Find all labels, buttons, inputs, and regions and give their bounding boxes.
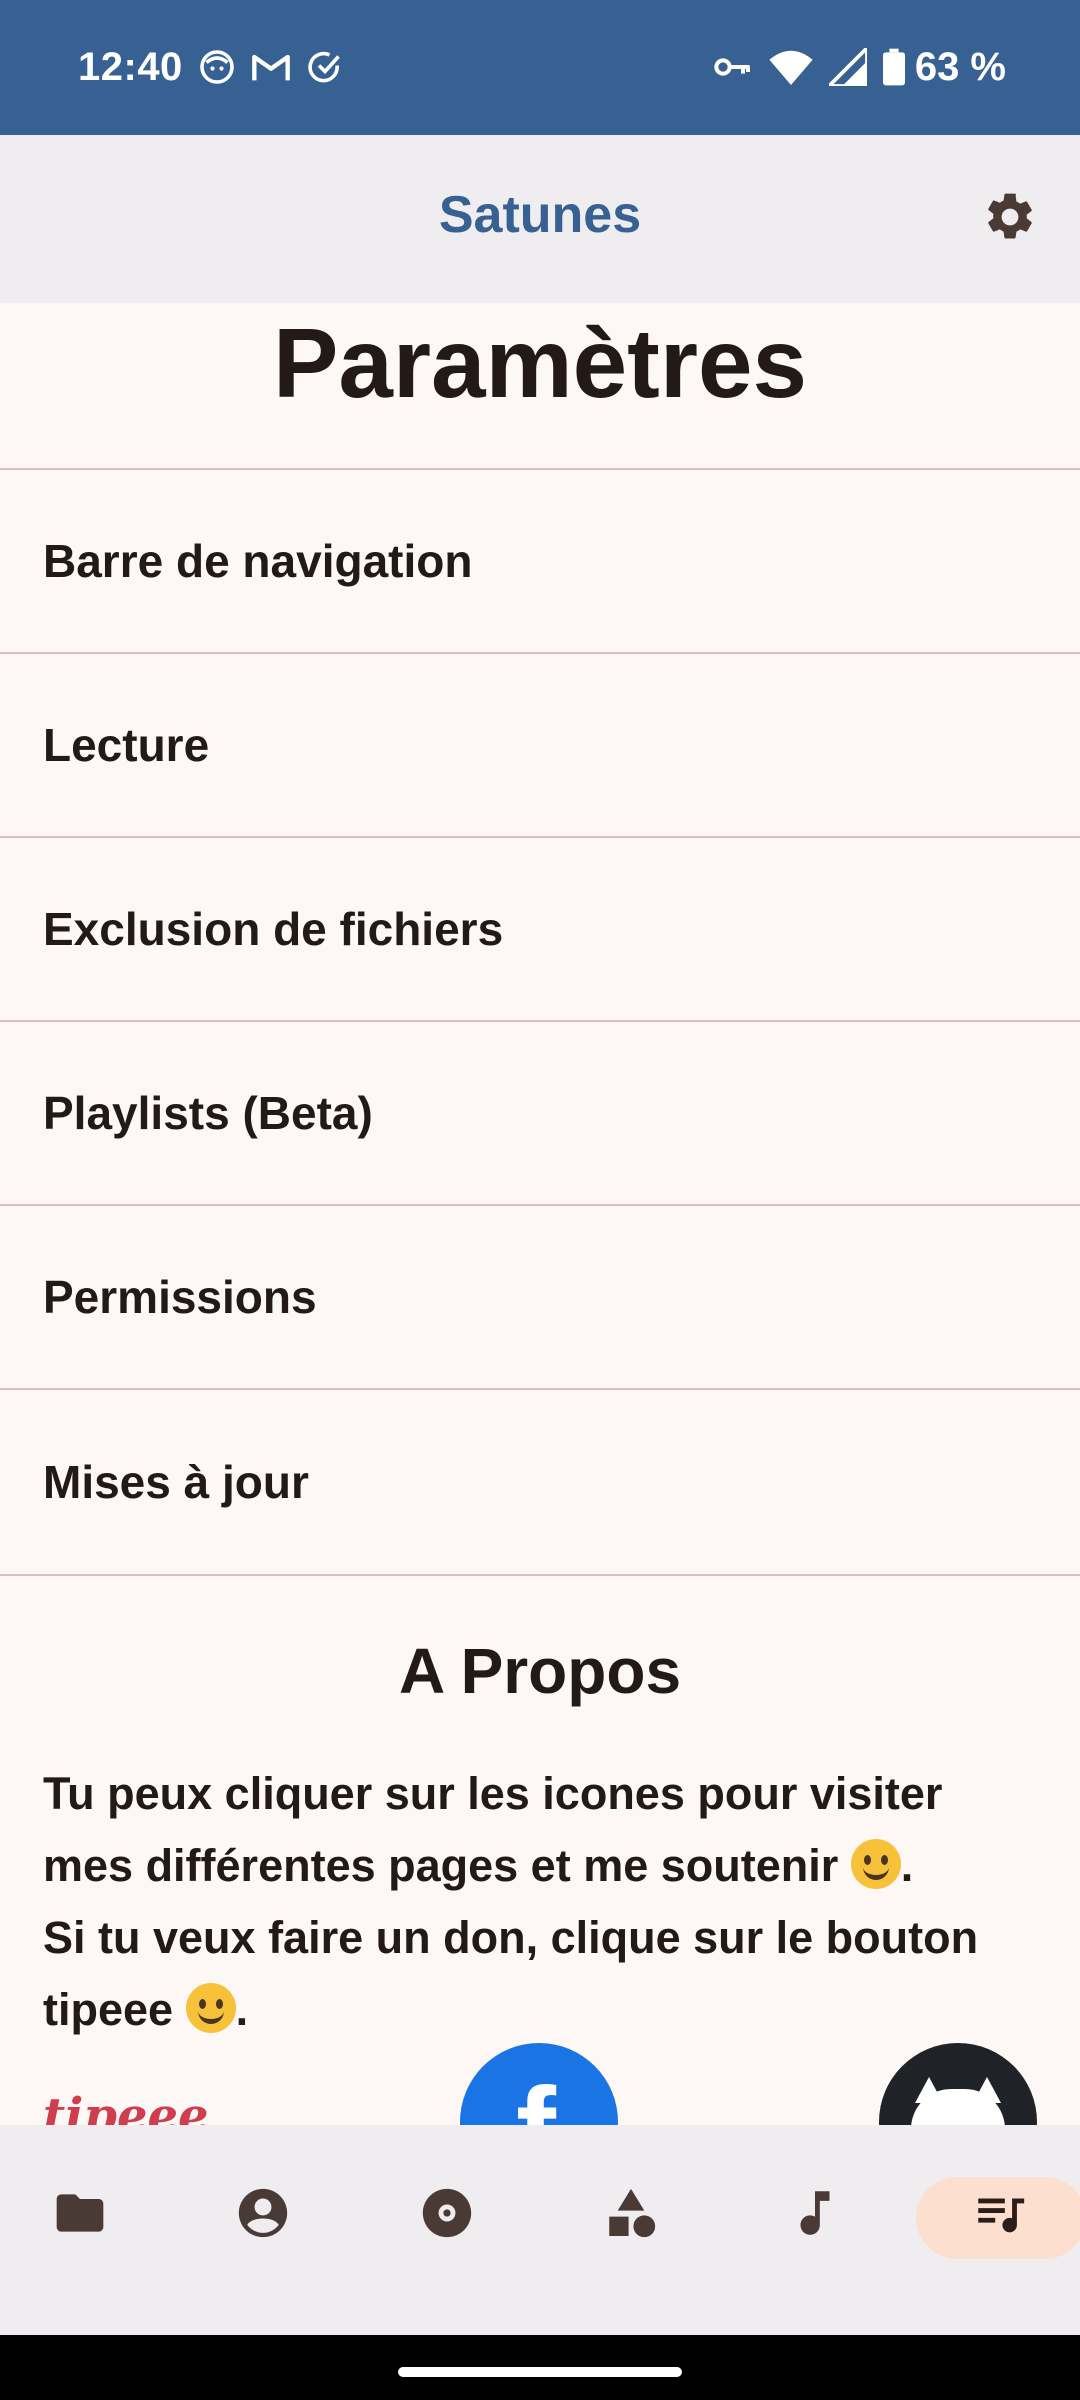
- nav-item-music[interactable]: [775, 2183, 855, 2247]
- signal-icon: [828, 48, 867, 86]
- about-line-with-emoji: tipeee .: [43, 1983, 249, 2035]
- menu-item-navigation-bar[interactable]: Barre de navigation: [0, 468, 1080, 652]
- gear-icon: [982, 189, 1038, 250]
- menu-item-playlists[interactable]: Playlists (Beta): [0, 1020, 1080, 1204]
- nav-item-genres[interactable]: [591, 2183, 671, 2247]
- tipeee-link-icon[interactable]: tipeee: [43, 2088, 209, 2125]
- status-bar: 12:40 63 %: [0, 0, 1080, 135]
- nav-item-artists[interactable]: [223, 2183, 303, 2247]
- status-time: 12:40: [78, 44, 183, 89]
- hugging-face-emoji-icon: [850, 1839, 901, 1889]
- menu-item-updates[interactable]: Mises à jour: [0, 1388, 1080, 1576]
- about-line-with-emoji: mes différentes pages et me soutenir .: [43, 1839, 914, 1891]
- battery-percent: 63 %: [914, 44, 1006, 89]
- settings-menu: Barre de navigation Lecture Exclusion de…: [0, 468, 1080, 1576]
- status-right: 63 %: [697, 40, 1006, 94]
- home-gesture-handle[interactable]: [398, 2367, 682, 2377]
- github-link-icon[interactable]: [879, 2043, 1037, 2125]
- person-icon: [234, 2184, 292, 2247]
- nav-item-playlists[interactable]: [960, 2183, 1040, 2247]
- wifi-icon: [769, 49, 813, 85]
- app-bar: Satunes: [0, 135, 1080, 303]
- check-circle-icon: [307, 49, 343, 85]
- about-text: Tu peux cliquer sur les icones pour visi…: [43, 1758, 1043, 2046]
- status-left: 12:40: [78, 40, 343, 94]
- face-icon: [199, 49, 235, 85]
- about-line: Tu peux cliquer sur les icones pour visi…: [43, 1768, 943, 1819]
- about-line-text: tipeee: [43, 1984, 174, 2035]
- music-note-icon: [786, 2184, 844, 2247]
- shapes-icon: [602, 2184, 660, 2247]
- about-line: Si tu veux faire un don, clique sur le b…: [43, 1912, 979, 1963]
- gmail-icon: [251, 51, 291, 83]
- settings-content[interactable]: Paramètres Barre de navigation Lecture E…: [0, 303, 1080, 2125]
- menu-item-file-exclusion[interactable]: Exclusion de fichiers: [0, 836, 1080, 1020]
- smiley-emoji-icon: [185, 1983, 236, 2033]
- menu-item-permissions[interactable]: Permissions: [0, 1204, 1080, 1388]
- bottom-navigation: [0, 2125, 1080, 2335]
- battery-icon: [882, 48, 905, 86]
- facebook-link-icon[interactable]: f: [460, 2043, 618, 2125]
- system-gesture-bar: [0, 2335, 1080, 2400]
- menu-item-playback[interactable]: Lecture: [0, 652, 1080, 836]
- about-title: A Propos: [398, 1635, 682, 1707]
- facebook-letter: f: [516, 2061, 556, 2125]
- folder-icon: [52, 2185, 108, 2246]
- settings-button[interactable]: [978, 187, 1042, 251]
- page-title: Paramètres: [273, 308, 807, 418]
- album-icon: [418, 2184, 476, 2247]
- queue-music-icon: [971, 2184, 1029, 2247]
- nav-item-folders[interactable]: [40, 2183, 120, 2247]
- vpn-key-icon: [713, 55, 753, 79]
- app-title: Satunes: [438, 186, 642, 244]
- about-line-text: mes différentes pages et me soutenir: [43, 1840, 839, 1891]
- nav-item-albums[interactable]: [407, 2183, 487, 2247]
